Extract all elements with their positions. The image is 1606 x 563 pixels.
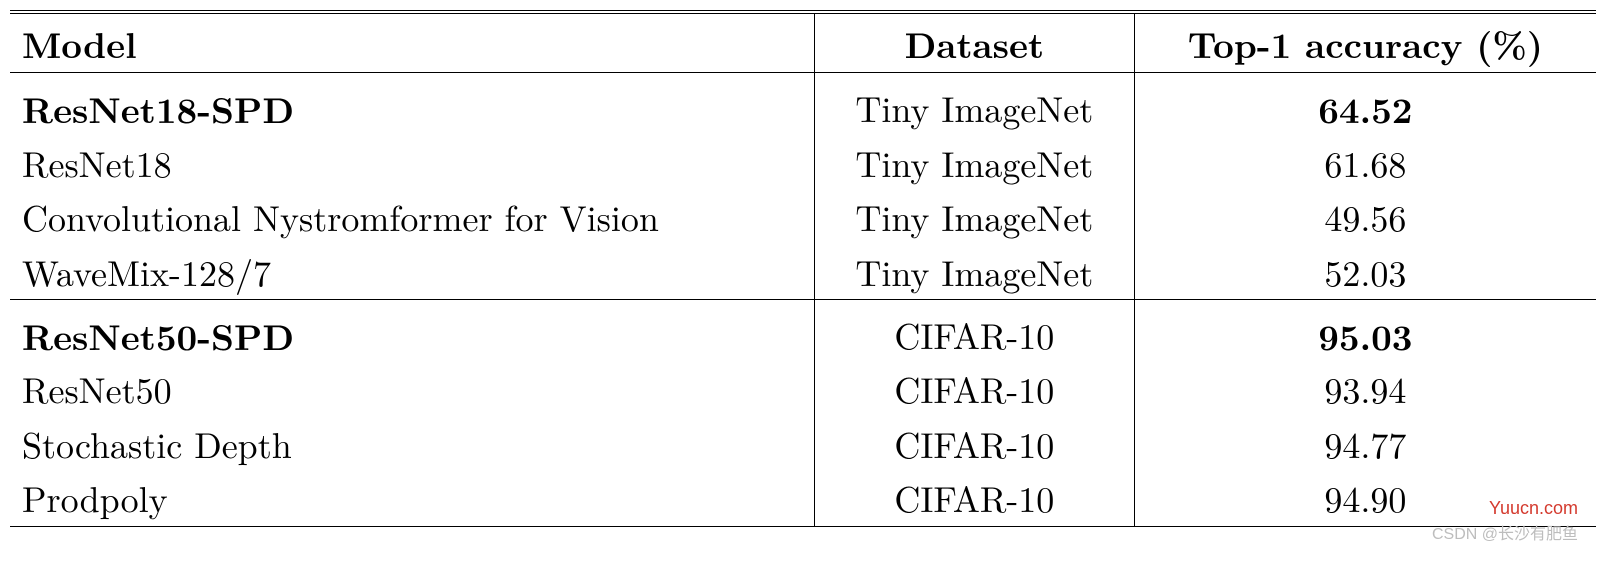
cell-model: ResNet50-SPD [10, 299, 814, 362]
cell-model: Prodpoly [10, 471, 814, 526]
table-row: ResNet50 CIFAR-10 93.94 [10, 362, 1596, 416]
watermark-yuucn: Yuucn.com [1489, 498, 1578, 519]
cell-dataset: Tiny ImageNet [814, 245, 1134, 300]
table-row: ResNet18 Tiny ImageNet 61.68 [10, 136, 1596, 190]
header-dataset: Dataset [814, 12, 1134, 73]
cell-model: WaveMix-128/7 [10, 245, 814, 300]
table-row: Prodpoly CIFAR-10 94.90 [10, 471, 1596, 526]
table-row: ResNet18-SPD Tiny ImageNet 64.52 [10, 73, 1596, 136]
cell-acc: 93.94 [1134, 362, 1596, 416]
cell-dataset: Tiny ImageNet [814, 73, 1134, 136]
cell-acc: 61.68 [1134, 136, 1596, 190]
cell-dataset: Tiny ImageNet [814, 190, 1134, 244]
cell-dataset: Tiny ImageNet [814, 136, 1134, 190]
cell-model: Convolutional Nystromformer for Vision [10, 190, 814, 244]
header-row: Model Dataset Top-1 accuracy (%) [10, 12, 1596, 73]
watermark-csdn: CSDN @长沙有肥鱼 [1432, 520, 1578, 544]
cell-acc: 52.03 [1134, 245, 1596, 300]
results-table: Model Dataset Top-1 accuracy (%) ResNet1… [10, 10, 1596, 527]
cell-acc: 95.03 [1134, 299, 1596, 362]
cell-model: ResNet50 [10, 362, 814, 416]
cell-model: Stochastic Depth [10, 417, 814, 471]
cell-dataset: CIFAR-10 [814, 417, 1134, 471]
cell-model: ResNet18-SPD [10, 73, 814, 136]
group-tiny-imagenet: ResNet18-SPD Tiny ImageNet 64.52 ResNet1… [10, 73, 1596, 300]
cell-dataset: CIFAR-10 [814, 299, 1134, 362]
header-model: Model [10, 12, 814, 73]
group-cifar10: ResNet50-SPD CIFAR-10 95.03 ResNet50 CIF… [10, 299, 1596, 526]
cell-dataset: CIFAR-10 [814, 362, 1134, 416]
header-acc: Top-1 accuracy (%) [1134, 12, 1596, 73]
cell-acc: 64.52 [1134, 73, 1596, 136]
table-row: Convolutional Nystromformer for Vision T… [10, 190, 1596, 244]
cell-acc: 94.77 [1134, 417, 1596, 471]
table-row: WaveMix-128/7 Tiny ImageNet 52.03 [10, 245, 1596, 300]
table-row: Stochastic Depth CIFAR-10 94.77 [10, 417, 1596, 471]
cell-acc: 49.56 [1134, 190, 1596, 244]
cell-model: ResNet18 [10, 136, 814, 190]
table-row: ResNet50-SPD CIFAR-10 95.03 [10, 299, 1596, 362]
cell-dataset: CIFAR-10 [814, 471, 1134, 526]
